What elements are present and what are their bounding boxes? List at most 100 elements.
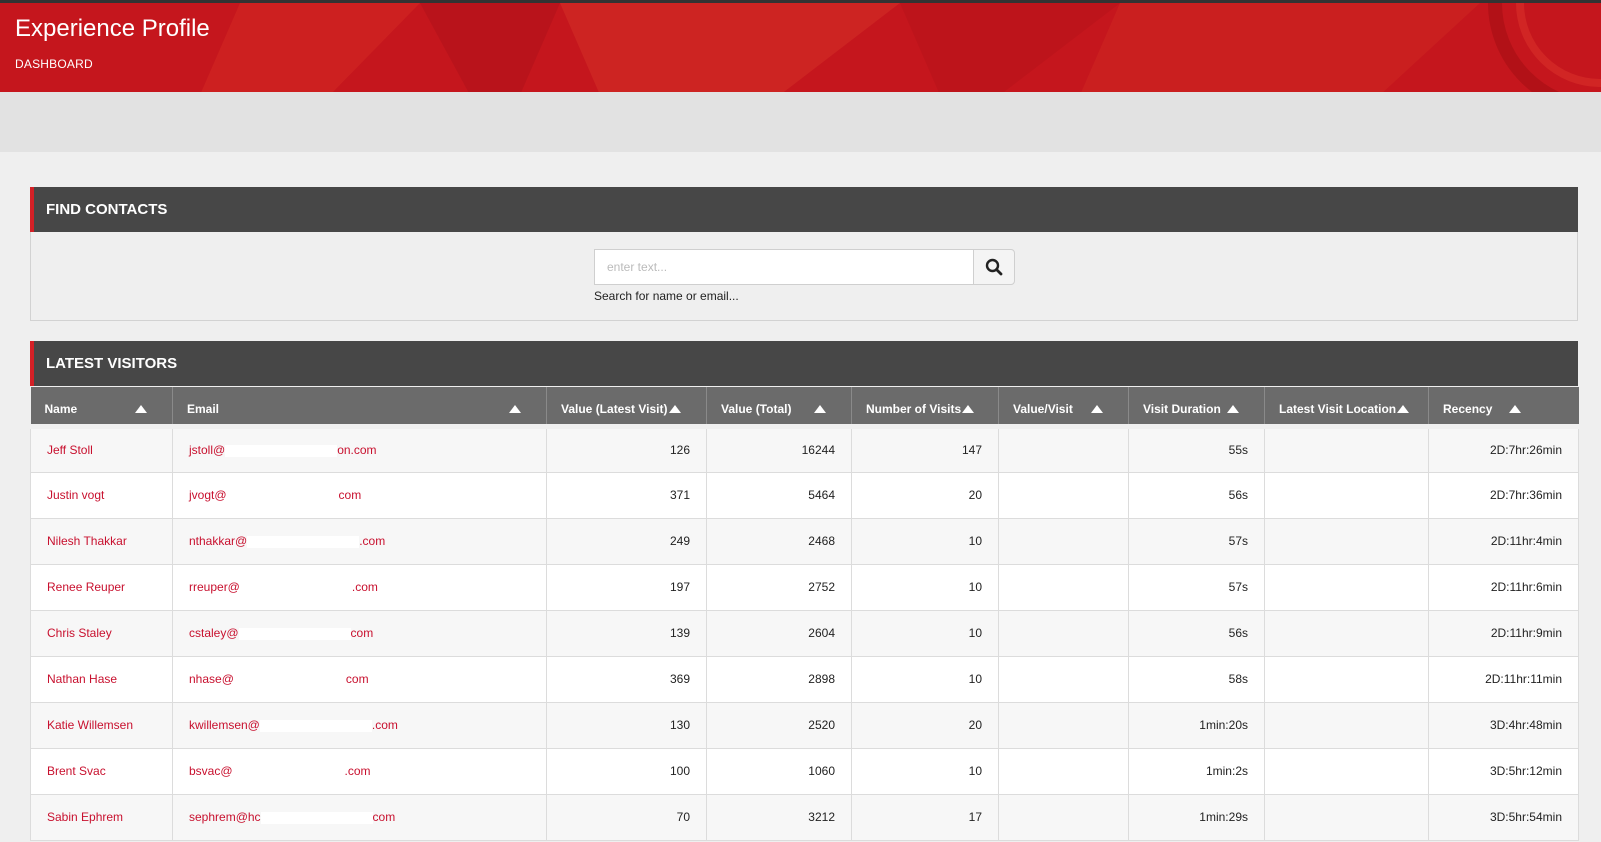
number-of-visits-cell: 147	[851, 423, 999, 473]
column-header-number-of-visits[interactable]: Number of Visits	[851, 387, 999, 428]
value-per-visit-cell	[998, 517, 1129, 565]
value-per-visit-cell	[998, 563, 1129, 611]
value-per-visit-cell	[998, 747, 1129, 795]
recency-cell: 3D:5hr:12min	[1428, 747, 1579, 795]
latest-visit-location-cell	[1264, 747, 1429, 795]
table-row[interactable]: Justin vogt jvogt@ com 371 5464 20 56s 2D:7hr:3…	[30, 471, 1579, 519]
toolbar-strip	[0, 92, 1601, 152]
visitor-name-link[interactable]: Jeff Stoll	[30, 423, 173, 473]
sort-ascending-icon[interactable]	[669, 404, 681, 413]
value-total-cell: 2520	[706, 701, 852, 749]
visitor-name-link[interactable]: Nathan Hase	[30, 655, 173, 703]
number-of-visits-cell: 10	[851, 747, 999, 795]
visitor-email-link[interactable]: bsvac@ .com	[172, 747, 547, 795]
value-latest-visit-cell: 139	[546, 609, 707, 657]
email-prefix: cstaley@	[189, 626, 239, 640]
header-banner: Experience Profile DASHBOARD	[0, 0, 1601, 92]
search-button[interactable]	[973, 249, 1015, 285]
redacted-email-mask	[238, 627, 351, 640]
latest-visit-location-cell	[1264, 423, 1429, 473]
recency-cell: 3D:4hr:48min	[1428, 701, 1579, 749]
recency-cell: 2D:11hr:9min	[1428, 609, 1579, 657]
visit-duration-cell: 58s	[1128, 655, 1265, 703]
search-icon	[985, 258, 1003, 276]
number-of-visits-cell: 10	[851, 609, 999, 657]
sort-ascending-icon[interactable]	[1397, 404, 1409, 413]
search-input[interactable]	[594, 249, 974, 285]
sort-ascending-icon[interactable]	[962, 404, 974, 413]
sort-ascending-icon[interactable]	[509, 404, 521, 413]
table-row[interactable]: Katie Willemsen kwillemsen@ .com 130 2520 20 1…	[30, 701, 1579, 749]
sort-ascending-icon[interactable]	[1227, 404, 1239, 413]
table-row[interactable]: Nathan Hase nhase@ com 369 2898 10 58s 2D:11hr:…	[30, 655, 1579, 703]
sort-ascending-icon[interactable]	[134, 404, 147, 413]
visitor-name-link[interactable]: Brent Svac	[30, 747, 173, 795]
email-prefix: rreuper@	[189, 580, 240, 594]
value-per-visit-cell	[998, 701, 1129, 749]
breadcrumb-dashboard[interactable]: DASHBOARD	[15, 57, 93, 71]
table-row[interactable]: Nilesh Thakkar nthakkar@ .com 249 2468 10 57s 2…	[30, 517, 1579, 565]
email-prefix: jvogt@	[189, 488, 227, 502]
redacted-email-mask	[260, 811, 373, 824]
email-prefix: kwillemsen@	[189, 718, 260, 732]
latest-visit-location-cell	[1264, 563, 1429, 611]
sort-ascending-icon[interactable]	[814, 404, 826, 413]
visitor-name-link[interactable]: Renee Reuper	[30, 563, 173, 611]
column-header-value-latest-visit[interactable]: Value (Latest Visit)	[546, 387, 707, 428]
value-total-cell: 2604	[706, 609, 852, 657]
column-header-value-total[interactable]: Value (Total)	[706, 387, 852, 428]
visitor-name-link[interactable]: Chris Staley	[30, 609, 173, 657]
email-suffix: .com	[371, 718, 398, 732]
table-row[interactable]: Jeff Stoll jstoll@ on.com 126 16244 147 55s 2D:…	[30, 423, 1579, 473]
column-header-name[interactable]: Name	[30, 387, 173, 428]
number-of-visits-cell: 20	[851, 471, 999, 519]
column-header-recency[interactable]: Recency	[1428, 387, 1579, 428]
recency-cell: 2D:7hr:26min	[1428, 423, 1579, 473]
visitors-table: Name Email Value (Latest Visit) Value (T…	[30, 387, 1579, 841]
redacted-email-mask	[239, 581, 352, 594]
sort-ascending-icon[interactable]	[1091, 404, 1103, 413]
column-header-visit-duration[interactable]: Visit Duration	[1128, 387, 1265, 428]
visit-duration-cell: 57s	[1128, 517, 1265, 565]
column-header-value-per-visit[interactable]: Value/Visit	[998, 387, 1129, 428]
email-prefix: nthakkar@	[189, 534, 248, 548]
recency-cell: 2D:11hr:6min	[1428, 563, 1579, 611]
page-title: Experience Profile	[15, 15, 210, 42]
email-prefix: bsvac@	[189, 764, 233, 778]
visitor-email-link[interactable]: sephrem@hc com	[172, 793, 547, 841]
email-suffix: .com	[344, 764, 371, 778]
column-header-email[interactable]: Email	[172, 387, 547, 428]
table-row[interactable]: Chris Staley cstaley@ com 139 2604 10 56s 2D:11…	[30, 609, 1579, 657]
visitor-email-link[interactable]: nthakkar@ .com	[172, 517, 547, 565]
email-suffix: com	[338, 488, 362, 502]
visitor-email-link[interactable]: nhase@ com	[172, 655, 547, 703]
visitor-name-link[interactable]: Sabin Ephrem	[30, 793, 173, 841]
recency-cell: 3D:5hr:54min	[1428, 793, 1579, 841]
redacted-email-mask	[226, 489, 339, 502]
value-per-visit-cell	[998, 793, 1129, 841]
redacted-email-mask	[225, 444, 338, 457]
redacted-email-mask	[259, 719, 372, 732]
visitor-email-link[interactable]: kwillemsen@ .com	[172, 701, 547, 749]
table-row[interactable]: Sabin Ephrem sephrem@hc com 70 3212 17 1min:29…	[30, 793, 1579, 841]
visitor-email-link[interactable]: cstaley@ com	[172, 609, 547, 657]
visitor-email-link[interactable]: rreuper@ .com	[172, 563, 547, 611]
email-prefix: sephrem@hc	[189, 810, 261, 824]
number-of-visits-cell: 10	[851, 563, 999, 611]
visitor-name-link[interactable]: Justin vogt	[30, 471, 173, 519]
latest-visit-location-cell	[1264, 701, 1429, 749]
visitor-name-link[interactable]: Katie Willemsen	[30, 701, 173, 749]
visitor-name-link[interactable]: Nilesh Thakkar	[30, 517, 173, 565]
column-header-latest-visit-location[interactable]: Latest Visit Location	[1264, 387, 1429, 428]
value-latest-visit-cell: 70	[546, 793, 707, 841]
visitor-email-link[interactable]: jvogt@ com	[172, 471, 547, 519]
email-suffix: com	[345, 672, 369, 686]
table-row[interactable]: Renee Reuper rreuper@ .com 197 2752 10 57s 2D:1…	[30, 563, 1579, 611]
value-total-cell: 5464	[706, 471, 852, 519]
visitor-email-link[interactable]: jstoll@ on.com	[172, 423, 547, 473]
value-total-cell: 2898	[706, 655, 852, 703]
email-prefix: jstoll@	[189, 443, 226, 457]
table-row[interactable]: Brent Svac bsvac@ .com 100 1060 10 1min:2s 3D:5…	[30, 747, 1579, 795]
email-suffix: .com	[359, 534, 386, 548]
sort-ascending-icon[interactable]	[1509, 404, 1521, 413]
